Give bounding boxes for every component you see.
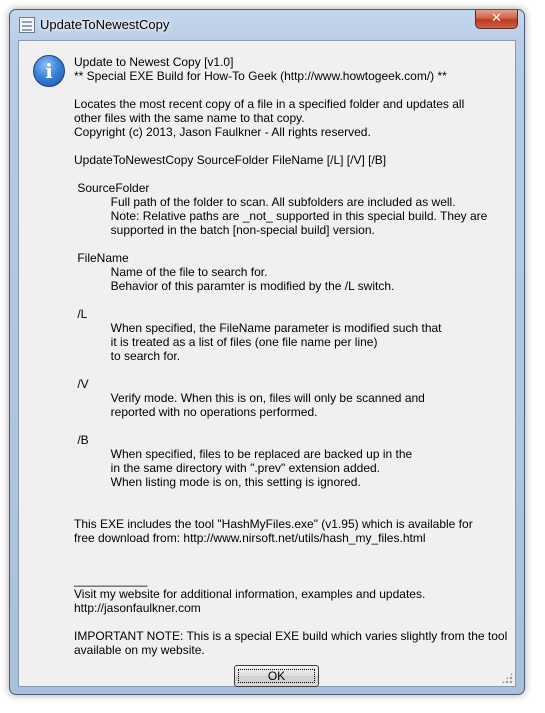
message-text: Update to Newest Copy [v1.0] ** Special E…: [74, 55, 514, 657]
ok-button[interactable]: OK: [234, 665, 319, 687]
message-line: IMPORTANT NOTE: This is a special EXE bu…: [74, 629, 508, 643]
resize-grip[interactable]: [501, 672, 513, 684]
message-line: http://jasonfaulkner.com: [74, 601, 201, 615]
message-line: /V: [74, 377, 89, 391]
dialog-body: i Update to Newest Copy [v1.0] ** Special…: [18, 40, 516, 687]
message-line: Behavior of this paramter is modified by…: [74, 279, 395, 293]
message-line: available on my website.: [74, 643, 205, 657]
message-line: Visit my website for additional informat…: [74, 587, 426, 601]
message-line: This EXE includes the tool "HashMyFiles.…: [74, 517, 473, 531]
message-line: Verify mode. When this is on, files will…: [74, 391, 425, 405]
message-line: Update to Newest Copy [v1.0]: [74, 55, 234, 69]
message-line: FileName: [74, 251, 129, 265]
message-line: When specified, files to be replaced are…: [74, 447, 413, 461]
message-line: When specified, the FileName parameter i…: [74, 321, 442, 335]
window-title: UpdateToNewestCopy: [40, 17, 170, 32]
message-line: Name of the file to search for.: [74, 265, 268, 279]
message-line: When listing mode is on, this setting is…: [74, 475, 361, 489]
message-line: supported in the batch [non-special buil…: [74, 223, 375, 237]
message-line: SourceFolder: [74, 181, 150, 195]
message-line: /L: [74, 307, 88, 321]
message-line: ___________: [74, 573, 148, 587]
message-line: UpdateToNewestCopy SourceFolder FileName…: [74, 153, 387, 167]
information-icon: i: [33, 55, 65, 87]
message-line: in the same directory with ".prev" exten…: [74, 461, 380, 475]
message-line: other files with the same name to that c…: [74, 111, 305, 125]
message-line: it is treated as a list of files (one fi…: [74, 335, 378, 349]
close-button[interactable]: ✕: [475, 10, 518, 29]
message-line: free download from: http://www.nirsoft.n…: [74, 531, 426, 545]
message-line: Copyright (c) 2013, Jason Faulkner - All…: [74, 125, 371, 139]
message-line: Full path of the folder to scan. All sub…: [74, 195, 456, 209]
message-line: to search for.: [74, 349, 181, 363]
message-line: Locates the most recent copy of a file i…: [74, 97, 465, 111]
message-line: reported with no operations performed.: [74, 405, 318, 419]
title-bar[interactable]: UpdateToNewestCopy ✕: [10, 10, 524, 40]
message-line: ** Special EXE Build for How-To Geek (ht…: [74, 69, 447, 83]
message-line: Note: Relative paths are _not_ supported…: [74, 209, 488, 223]
message-line: /B: [74, 433, 89, 447]
app-window-icon[interactable]: [19, 17, 35, 33]
dialog-window: UpdateToNewestCopy ✕ i Update to Newest …: [9, 9, 525, 695]
